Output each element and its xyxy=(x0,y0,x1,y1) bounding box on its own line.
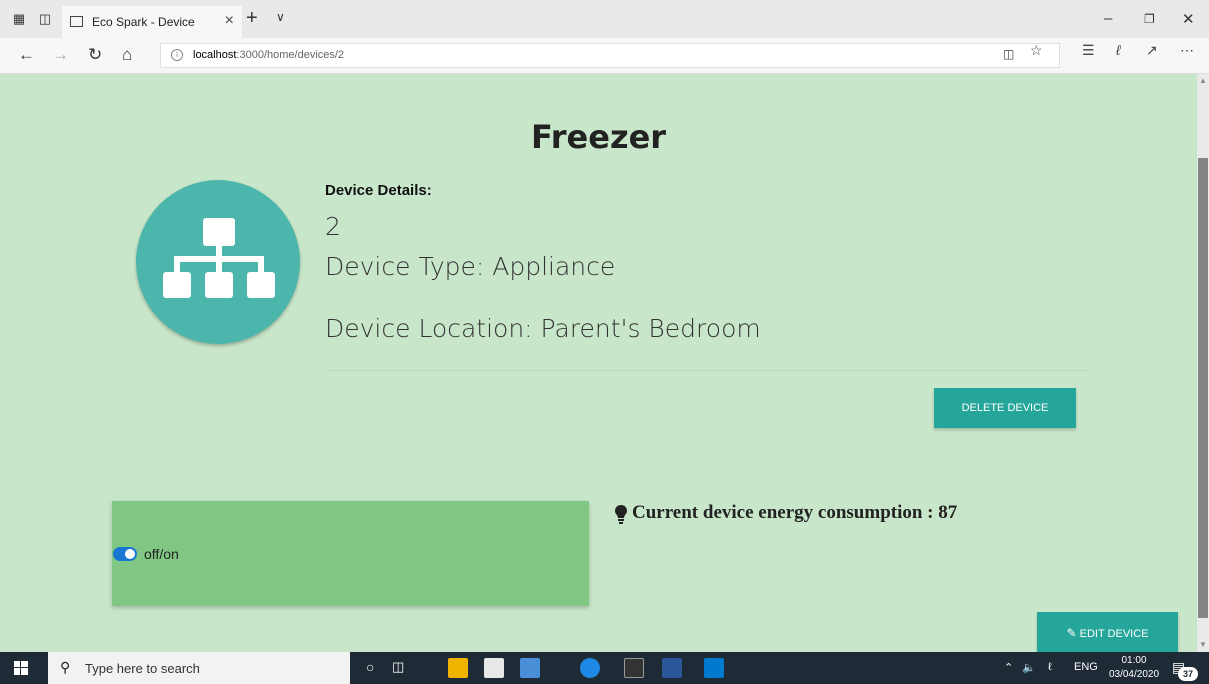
task-view-icon[interactable]: ◫ xyxy=(392,659,404,675)
energy-text: Current device energy consumption : 87 xyxy=(632,502,958,523)
volume-icon[interactable]: 🔈 xyxy=(1022,661,1036,674)
sitemap-icon xyxy=(163,218,275,298)
restore-icon[interactable]: ❐ xyxy=(1144,12,1155,26)
page-title: Freezer xyxy=(530,118,667,156)
close-window-icon[interactable]: ✕ xyxy=(1182,10,1195,28)
url-path: :3000/home/devices/2 xyxy=(236,49,345,61)
page-scrollbar[interactable]: ▲ ▼ xyxy=(1197,74,1209,652)
energy-consumption: Current device energy consumption : 87 xyxy=(614,502,957,524)
windows-taskbar: ⚲ Type here to search ○ ◫ ⌃ 🔈 ℓ ENG 01:0… xyxy=(0,652,1209,684)
new-tab-icon[interactable]: + xyxy=(246,7,258,30)
home-icon[interactable]: ⌂ xyxy=(122,46,132,64)
device-id: 2 xyxy=(325,212,341,241)
lightbulb-icon xyxy=(615,504,627,524)
page-icon xyxy=(70,16,83,27)
toggle-knob xyxy=(125,549,135,559)
edit-button-label: EDIT DEVICE xyxy=(1079,628,1149,640)
language-indicator[interactable]: ENG xyxy=(1074,661,1098,673)
favorite-star-icon[interactable]: ☆ xyxy=(1030,42,1043,59)
browser-title-bar: ▦ ◫ Eco Spark - Device × + ∨ – ❐ ✕ xyxy=(0,0,1209,38)
minimize-icon[interactable]: – xyxy=(1104,10,1112,27)
cortana-icon[interactable]: ○ xyxy=(366,659,374,675)
close-tab-icon[interactable]: × xyxy=(225,12,234,30)
browser-nav-bar: ← → ↻ ⌂ i localhost:3000/home/devices/2 … xyxy=(0,38,1209,74)
share-icon[interactable]: ↗ xyxy=(1146,42,1158,59)
refresh-icon[interactable]: ↻ xyxy=(88,46,102,64)
edit-icon: ✎ xyxy=(1066,626,1077,640)
toggle-card: off/on xyxy=(112,501,589,606)
windows-start-icon[interactable] xyxy=(14,661,28,675)
more-options-icon[interactable]: ⋯ xyxy=(1180,42,1194,59)
power-toggle[interactable] xyxy=(113,547,137,561)
store-icon[interactable] xyxy=(484,658,504,678)
device-image xyxy=(112,178,324,350)
terminal-icon[interactable] xyxy=(624,658,644,678)
search-icon: ⚲ xyxy=(60,659,71,675)
device-circle xyxy=(136,180,300,344)
file-explorer-icon[interactable] xyxy=(448,658,468,678)
set-aside-tabs-icon[interactable]: ▦ xyxy=(12,12,26,26)
edit-device-button[interactable]: ✎ EDIT DEVICE xyxy=(1037,612,1178,652)
device-type: Device Type: Appliance xyxy=(325,252,616,281)
favorites-hub-icon[interactable]: ☰ xyxy=(1082,42,1095,59)
reading-view-icon[interactable]: ◫ xyxy=(1003,47,1014,61)
word-icon[interactable] xyxy=(662,658,682,678)
forward-arrow-icon[interactable]: → xyxy=(52,46,69,64)
device-location: Device Location: Parent's Bedroom xyxy=(325,314,761,343)
toggle-label: off/on xyxy=(144,546,179,562)
clock-time: 01:00 xyxy=(1121,655,1147,666)
details-heading: Device Details: xyxy=(325,182,432,199)
clock-date: 03/04/2020 xyxy=(1108,669,1160,680)
search-placeholder: Type here to search xyxy=(85,661,200,676)
pen-icon[interactable]: ℓ xyxy=(1048,661,1052,673)
url-text[interactable]: localhost:3000/home/devices/2 xyxy=(193,49,344,61)
divider xyxy=(325,370,1090,371)
scroll-thumb[interactable] xyxy=(1198,158,1208,618)
notification-count: 37 xyxy=(1178,667,1198,681)
chevron-up-icon[interactable]: ⌃ xyxy=(1004,661,1013,674)
address-bar[interactable]: i localhost:3000/home/devices/2 xyxy=(160,43,1060,68)
app-icon[interactable] xyxy=(520,658,540,678)
scroll-up-icon[interactable]: ▲ xyxy=(1199,76,1207,85)
page-content: Freezer Device Details: 2 Device Type: A… xyxy=(0,74,1197,652)
tab-title: Eco Spark - Device xyxy=(92,15,195,29)
url-host: localhost xyxy=(193,49,237,61)
delete-device-button[interactable]: DELETE DEVICE xyxy=(934,388,1076,428)
edge-browser-icon[interactable] xyxy=(580,658,600,678)
scroll-down-icon[interactable]: ▼ xyxy=(1199,640,1207,649)
info-icon[interactable]: i xyxy=(171,49,183,61)
vscode-icon[interactable] xyxy=(704,658,724,678)
back-arrow-icon[interactable]: ← xyxy=(18,46,35,64)
taskbar-search[interactable]: ⚲ Type here to search xyxy=(48,652,350,684)
web-note-pen-icon[interactable]: ℓ xyxy=(1116,42,1121,58)
clock[interactable]: 01:00 03/04/2020 xyxy=(1106,654,1162,682)
chevron-down-icon[interactable]: ∨ xyxy=(276,10,285,24)
tabs-preview-icon[interactable]: ◫ xyxy=(38,12,52,26)
browser-tab[interactable]: Eco Spark - Device × xyxy=(62,6,242,38)
